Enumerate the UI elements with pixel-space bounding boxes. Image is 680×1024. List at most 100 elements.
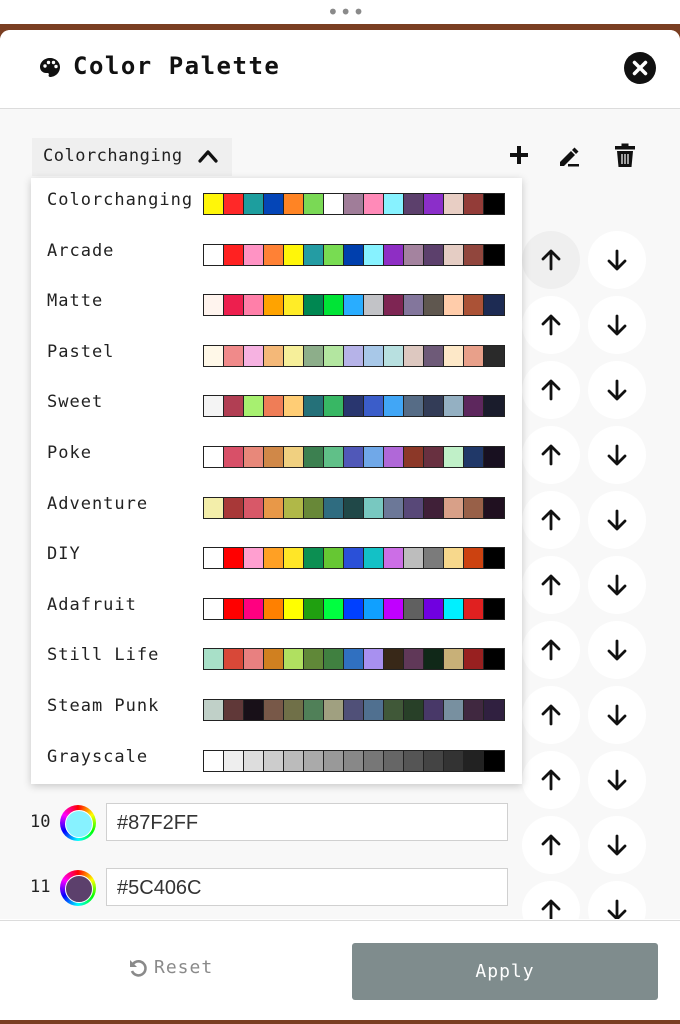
palette-swatch <box>444 295 464 316</box>
palette-swatch <box>304 750 324 771</box>
reset-label: Reset <box>154 957 214 978</box>
palette-swatch <box>404 649 424 670</box>
more-dots-icon[interactable]: ••• <box>327 2 365 22</box>
move-up-button[interactable] <box>522 686 580 744</box>
arrow-down-icon <box>607 639 627 661</box>
palette-swatch <box>424 750 444 771</box>
move-up-button[interactable] <box>522 231 580 289</box>
palette-option[interactable]: Colorchanging <box>31 178 522 228</box>
palette-swatch <box>224 750 244 771</box>
palette-swatch-strip <box>203 496 505 519</box>
close-button[interactable] <box>624 52 656 84</box>
palette-swatch <box>264 447 284 467</box>
move-up-button[interactable] <box>522 491 580 549</box>
move-up-button[interactable] <box>522 296 580 354</box>
palette-swatch <box>444 396 464 417</box>
move-down-button[interactable] <box>588 296 646 354</box>
color-wheel-button[interactable] <box>60 805 96 841</box>
palette-option[interactable]: Arcade <box>31 229 522 279</box>
palette-swatch <box>244 497 264 518</box>
palette-option[interactable]: Grayscale <box>31 735 522 785</box>
move-up-button[interactable] <box>522 621 580 679</box>
palette-swatch <box>484 345 504 366</box>
move-down-button[interactable] <box>588 556 646 614</box>
edit-palette-button[interactable] <box>556 142 582 168</box>
palette-swatch <box>384 345 404 366</box>
palette-swatch <box>444 750 464 771</box>
hex-color-input[interactable]: #5C406C <box>106 868 508 906</box>
palette-swatch <box>284 750 304 771</box>
apply-button[interactable]: Apply <box>352 943 658 1000</box>
move-up-button[interactable] <box>522 361 580 419</box>
palette-option[interactable]: Sweet <box>31 380 522 430</box>
arrow-up-icon <box>541 704 561 726</box>
palette-swatch-strip <box>203 294 505 317</box>
palette-option[interactable]: Poke <box>31 431 522 481</box>
palette-swatch <box>344 598 364 619</box>
palette-swatch <box>324 244 344 265</box>
palette-swatch <box>264 194 284 214</box>
palette-swatch-strip <box>203 446 505 468</box>
palette-swatch <box>284 244 304 265</box>
palette-swatch-strip <box>203 749 505 772</box>
palette-swatch <box>244 295 264 316</box>
palette-option[interactable]: Adafruit <box>31 583 522 633</box>
palette-swatch <box>264 345 284 366</box>
palette-swatch <box>344 194 364 214</box>
move-down-button[interactable] <box>588 231 646 289</box>
delete-palette-button[interactable] <box>612 142 638 168</box>
move-down-button[interactable] <box>588 426 646 484</box>
hex-color-input[interactable]: #87F2FF <box>106 803 508 841</box>
palette-swatch <box>324 447 344 467</box>
palette-option[interactable]: Steam Punk <box>31 684 522 734</box>
palette-option[interactable]: Pastel <box>31 330 522 380</box>
palette-swatch <box>404 447 424 467</box>
color-wheel-button[interactable] <box>60 870 96 906</box>
palette-swatch <box>364 244 384 265</box>
color-row: 11 #5C406C <box>0 861 680 917</box>
add-palette-button[interactable] <box>506 142 532 168</box>
palette-swatch <box>484 548 504 569</box>
palette-swatch <box>224 447 244 467</box>
palette-swatch <box>304 598 324 619</box>
palette-swatch <box>244 194 264 214</box>
move-down-button[interactable] <box>588 491 646 549</box>
arrow-up-icon <box>541 379 561 401</box>
chevron-up-icon <box>198 150 218 163</box>
palette-swatch <box>284 700 304 720</box>
palette-dropdown-button[interactable]: Colorchanging <box>32 138 232 176</box>
move-down-button[interactable] <box>588 686 646 744</box>
palette-option[interactable]: Adventure <box>31 482 522 532</box>
palette-option[interactable]: DIY <box>31 532 522 582</box>
palette-swatch <box>224 649 244 670</box>
move-down-button[interactable] <box>588 621 646 679</box>
palette-swatch <box>404 345 424 366</box>
palette-swatch <box>464 548 484 569</box>
palette-swatch-strip <box>203 648 505 671</box>
palette-swatch <box>444 700 464 720</box>
palette-swatch <box>484 295 504 316</box>
dialog-title: Color Palette <box>73 52 281 80</box>
palette-swatch-strip <box>203 243 505 266</box>
palette-swatch <box>344 649 364 670</box>
palette-option-label: Poke <box>47 443 92 463</box>
palette-swatch <box>304 548 324 569</box>
palette-dropdown-label: Colorchanging <box>43 146 183 166</box>
palette-swatch <box>344 244 364 265</box>
palette-option[interactable]: Matte <box>31 279 522 329</box>
move-up-button[interactable] <box>522 556 580 614</box>
move-up-button[interactable] <box>522 426 580 484</box>
palette-swatch <box>384 497 404 518</box>
palette-option-label: Sweet <box>47 392 104 413</box>
palette-swatch <box>424 598 444 619</box>
palette-swatch <box>324 649 344 670</box>
palette-swatch <box>284 345 304 366</box>
palette-option[interactable]: Still Life <box>31 633 522 683</box>
palette-swatch <box>484 447 504 467</box>
palette-swatch <box>424 447 444 467</box>
palette-swatch <box>324 194 344 214</box>
palette-swatch <box>204 750 224 771</box>
palette-swatch <box>284 447 304 467</box>
move-down-button[interactable] <box>588 361 646 419</box>
palette-swatch <box>264 750 284 771</box>
